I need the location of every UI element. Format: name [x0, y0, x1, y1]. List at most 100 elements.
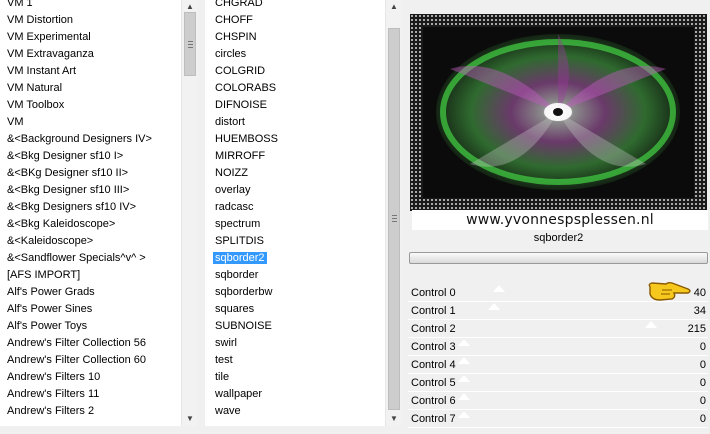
filter-list[interactable]: CHGRAD CHOFF CHSPIN circles COLGRID COLORABS D… [205, 0, 401, 426]
filter-item[interactable]: MIRROFF [205, 148, 278, 165]
slider-marker[interactable] [492, 285, 505, 292]
control-value[interactable]: 40 [694, 284, 706, 302]
filter-item[interactable]: distort [205, 114, 278, 131]
slider-marker[interactable] [487, 303, 500, 310]
category-item-label: &<Bkg Designer sf10 III> [7, 184, 130, 196]
category-item-label: &<Sandflower Specials^v^ > [7, 252, 146, 264]
filter-item[interactable]: test [205, 352, 278, 369]
category-item[interactable]: &<Bkg Designers sf10 IV> [0, 199, 152, 216]
slider-marker[interactable] [458, 375, 470, 382]
slider-marker[interactable] [645, 321, 658, 328]
control-slider[interactable] [464, 303, 686, 312]
category-item[interactable]: Andrew's Filters 10 [0, 369, 152, 386]
scroll-up-arrow-icon[interactable]: ▲ [386, 0, 401, 14]
control-value[interactable]: 215 [688, 320, 706, 338]
category-item[interactable]: VM Extravaganza [0, 46, 152, 63]
control-row[interactable]: Control 7 0 [408, 410, 708, 428]
control-row[interactable]: Control 6 0 [408, 392, 708, 410]
slider-marker[interactable] [458, 393, 470, 400]
control-row[interactable]: Control 5 0 [408, 374, 708, 392]
slider-marker[interactable] [458, 411, 470, 418]
control-row[interactable]: Control 3 0 [408, 338, 708, 356]
scrollbar-thumb[interactable] [388, 28, 400, 410]
category-item[interactable]: Alf's Power Toys [0, 318, 152, 335]
category-item[interactable]: VM Toolbox [0, 97, 152, 114]
category-item[interactable]: VM Distortion [0, 12, 152, 29]
filter-item-label: CHSPIN [215, 31, 257, 43]
filter-item[interactable]: HUEMBOSS [205, 131, 278, 148]
category-item[interactable]: &<BKg Designer sf10 II> [0, 165, 152, 182]
filter-item[interactable]: tile [205, 369, 278, 386]
category-item[interactable]: Andrew's Filter Collection 56 [0, 335, 152, 352]
filter-item[interactable]: CHGRAD [205, 0, 278, 12]
category-list[interactable]: VM 1 VM Distortion VM Experimental VM Extra… [0, 0, 197, 426]
control-slider[interactable] [458, 375, 686, 384]
control-value[interactable]: 0 [700, 410, 706, 428]
filter-item[interactable]: overlay [205, 182, 278, 199]
category-item[interactable]: VM [0, 114, 152, 131]
filter-item[interactable]: COLGRID [205, 63, 278, 80]
category-item[interactable]: Andrew's Filters 2 [0, 403, 152, 420]
category-item[interactable]: VM Natural [0, 80, 152, 97]
scrollbar-thumb[interactable] [184, 12, 196, 76]
scroll-down-arrow-icon[interactable]: ▼ [182, 412, 197, 426]
filter-item[interactable]: CHSPIN [205, 29, 278, 46]
filter-item-label: SUBNOISE [215, 320, 272, 332]
filter-item[interactable]: SPLITDIS [205, 233, 278, 250]
filter-scrollbar[interactable]: ▲ ▼ [385, 0, 401, 426]
category-item[interactable]: &<Sandflower Specials^v^ > [0, 250, 152, 267]
filter-item-label: COLORABS [215, 82, 277, 94]
category-scrollbar[interactable]: ▲ ▼ [181, 0, 197, 426]
category-item[interactable]: VM 1 [0, 0, 152, 12]
filter-item[interactable]: sqborder [205, 267, 278, 284]
control-row[interactable]: Control 1 34 [408, 302, 708, 320]
slider-marker[interactable] [458, 357, 470, 364]
control-slider[interactable] [458, 411, 686, 420]
category-item[interactable]: &<Kaleidoscope> [0, 233, 152, 250]
category-item[interactable]: [AFS IMPORT] [0, 267, 152, 284]
category-item[interactable]: VM Instant Art [0, 63, 152, 80]
category-item[interactable]: Andrew's Filters 11 [0, 386, 152, 403]
filter-item[interactable]: CHOFF [205, 12, 278, 29]
filter-item[interactable]: sqborderbw [205, 284, 278, 301]
category-items: VM 1 VM Distortion VM Experimental VM Extra… [0, 0, 152, 420]
category-item[interactable]: &<Bkg Designer sf10 III> [0, 182, 152, 199]
control-row[interactable]: Control 4 0 [408, 356, 708, 374]
filter-item[interactable]: COLORABS [205, 80, 278, 97]
scroll-down-arrow-icon[interactable]: ▼ [386, 412, 401, 426]
control-value[interactable]: 34 [694, 302, 706, 320]
filter-item[interactable]: wave [205, 403, 278, 420]
control-slider[interactable] [458, 393, 686, 402]
filter-item[interactable]: DIFNOISE [205, 97, 278, 114]
filter-item[interactable]: spectrum [205, 216, 278, 233]
filter-item[interactable]: NOIZZ [205, 165, 278, 182]
category-item[interactable]: VM Experimental [0, 29, 152, 46]
category-item[interactable]: &<Bkg Kaleidoscope> [0, 216, 152, 233]
control-slider[interactable] [458, 357, 686, 366]
control-row[interactable]: Control 2 215 [408, 320, 708, 338]
category-item[interactable]: &<Bkg Designer sf10 I> [0, 148, 152, 165]
control-value[interactable]: 0 [700, 356, 706, 374]
filter-item[interactable]: circles [205, 46, 278, 63]
control-slider[interactable] [458, 339, 686, 348]
filter-item-label: circles [215, 48, 247, 60]
control-slider[interactable] [464, 321, 686, 330]
category-item-label: VM Natural [7, 82, 63, 94]
filter-item[interactable]: wallpaper [205, 386, 278, 403]
filter-item[interactable]: SUBNOISE [205, 318, 278, 335]
category-item[interactable]: &<Background Designers IV> [0, 131, 152, 148]
control-value[interactable]: 0 [700, 374, 706, 392]
category-item-label: Andrew's Filters 11 [7, 388, 100, 400]
control-value[interactable]: 0 [700, 338, 706, 356]
filter-item[interactable]: radcasc [205, 199, 278, 216]
category-item[interactable]: Alf's Power Sines [0, 301, 152, 318]
filter-item[interactable]: squares [205, 301, 278, 318]
filter-items: CHGRAD CHOFF CHSPIN circles COLGRID COLORABS D… [205, 0, 278, 420]
category-item[interactable]: Alf's Power Grads [0, 284, 152, 301]
filter-item[interactable]: swirl [205, 335, 278, 352]
slider-marker[interactable] [458, 339, 470, 346]
category-item[interactable]: Andrew's Filter Collection 60 [0, 352, 152, 369]
filter-item[interactable]: sqborder2 [205, 250, 278, 267]
control-value[interactable]: 0 [700, 392, 706, 410]
watermark-text: www.yvonnespsplessen.nl [412, 210, 708, 230]
